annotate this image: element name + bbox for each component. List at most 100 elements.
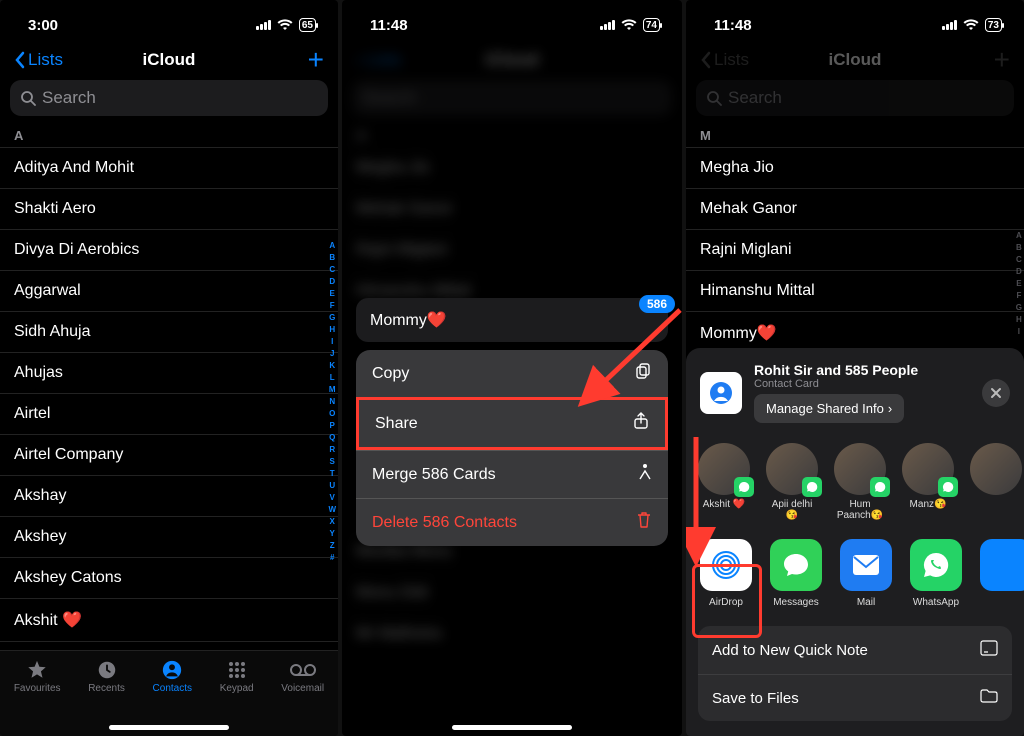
status-bar: 11:48 74	[342, 0, 682, 44]
contact-row[interactable]: Akshey Catons	[0, 557, 338, 598]
person-name: Apii delhi😘	[766, 499, 818, 521]
share-person[interactable]: Apii delhi😘	[766, 443, 818, 521]
menu-label: Copy	[372, 365, 409, 383]
app-label: WhatsApp	[913, 597, 959, 608]
contact-row[interactable]: Akshay	[0, 475, 338, 516]
person-icon	[159, 659, 185, 681]
wifi-icon	[963, 19, 979, 31]
share-actions-group: Add to New Quick Note Save to Files	[698, 626, 1012, 721]
back-button[interactable]: Lists	[14, 50, 74, 70]
share-person[interactable]: Hum Paanch😘	[834, 443, 886, 521]
clock: 11:48	[370, 17, 408, 34]
trash-icon	[636, 511, 652, 534]
home-indicator[interactable]	[109, 725, 229, 730]
tab-label: Contacts	[153, 683, 192, 694]
whatsapp-badge-icon	[734, 477, 754, 497]
contact-row[interactable]: Aditya And Mohit	[0, 147, 338, 188]
cellular-icon	[256, 20, 271, 30]
share-sheet: Rohit Sir and 585 People Contact Card Ma…	[686, 348, 1024, 736]
voicemail-icon	[290, 659, 316, 681]
contact-row[interactable]: Akshit ❤️	[0, 598, 338, 641]
close-button[interactable]	[982, 379, 1010, 407]
avatar	[902, 443, 954, 495]
cellular-icon	[600, 20, 615, 30]
contact-row[interactable]: Sidh Ahuja	[0, 311, 338, 352]
wifi-icon	[621, 19, 637, 31]
app-label: Messages	[773, 597, 819, 608]
star-icon	[24, 659, 50, 681]
search-icon	[706, 90, 722, 106]
selected-contact-name: Mommy❤️	[370, 310, 447, 330]
tab-voicemail[interactable]: Voicemail	[281, 659, 324, 736]
menu-merge[interactable]: Merge 586 Cards	[356, 450, 668, 498]
action-label: Add to New Quick Note	[712, 642, 868, 659]
contact-card-icon	[700, 372, 742, 414]
contact-row[interactable]: Shakti Aero	[0, 188, 338, 229]
contact-row: Megha Jio	[686, 147, 1024, 188]
alpha-index: ABCDEFGHI	[1016, 230, 1022, 338]
action-save-files[interactable]: Save to Files	[698, 674, 1012, 721]
search-placeholder: Search	[728, 88, 782, 108]
contact-row[interactable]: Airtel Company	[0, 434, 338, 475]
share-app-messages[interactable]: Messages	[770, 539, 822, 608]
add-contact-button: +	[994, 51, 1010, 69]
share-person[interactable]: Manz😘	[902, 443, 954, 521]
alpha-index[interactable]: ABCDEFGHIJKLMNOPQRSTUVWXYZ#	[328, 240, 336, 564]
contact-row[interactable]: Ahujas	[0, 352, 338, 393]
section-header: M	[686, 124, 1024, 147]
search-placeholder: Search	[42, 88, 96, 108]
share-icon	[633, 412, 649, 435]
annotation-highlight-airdrop	[692, 564, 762, 638]
manage-shared-info-button[interactable]: Manage Shared Info ›	[754, 394, 904, 423]
chevron-right-icon: ›	[888, 401, 892, 416]
share-subtitle: Contact Card	[754, 378, 970, 390]
search-input[interactable]: Search	[10, 80, 328, 116]
share-people-row[interactable]: Akshit ❤️Apii delhi😘Hum Paanch😘Manz😘	[686, 433, 1024, 525]
contact-row[interactable]: Akshey	[0, 516, 338, 557]
nav-bar: Lists iCloud +	[0, 44, 338, 80]
tab-label: Keypad	[220, 683, 254, 694]
person-name: Manz😘	[910, 499, 947, 510]
whatsapp-badge-icon	[802, 477, 822, 497]
app-label: Mail	[857, 597, 875, 608]
whatsapp-badge-icon	[870, 477, 890, 497]
add-contact-button[interactable]: +	[308, 51, 324, 69]
annotation-arrow-icon	[570, 300, 682, 410]
menu-label: Merge 586 Cards	[372, 466, 496, 484]
battery-icon: 65	[299, 18, 316, 32]
contacts-list[interactable]: Aditya And MohitShakti AeroDivya Di Aero…	[0, 147, 338, 682]
contact-row: Mehak Ganor	[686, 188, 1024, 229]
battery-icon: 74	[643, 18, 660, 32]
clock: 11:48	[714, 17, 752, 34]
page-title: iCloud	[143, 50, 196, 70]
merge-icon	[638, 463, 652, 486]
contact-row[interactable]: Airtel	[0, 393, 338, 434]
share-app-whatsapp[interactable]: WhatsApp	[910, 539, 962, 608]
menu-delete[interactable]: Delete 586 Contacts	[356, 498, 668, 546]
mail-icon	[840, 539, 892, 591]
screenshot-2-context-menu: 11:48 74 ‹ ListsiCloud Search M Megha Ji…	[342, 0, 682, 736]
messages-icon	[770, 539, 822, 591]
back-button: Lists	[700, 50, 760, 70]
clock-icon	[94, 659, 120, 681]
person-name: Hum Paanch😘	[834, 499, 886, 521]
wifi-icon	[277, 19, 293, 31]
home-indicator[interactable]	[452, 725, 572, 730]
avatar	[766, 443, 818, 495]
contact-row[interactable]: Divya Di Aerobics	[0, 229, 338, 270]
contact-row: Rajni Miglani	[686, 229, 1024, 270]
contact-row[interactable]: Aggarwal	[0, 270, 338, 311]
battery-icon: 73	[985, 18, 1002, 32]
status-bar: 3:00 65	[0, 0, 338, 44]
status-bar: 11:48 73	[686, 0, 1024, 44]
share-title: Rohit Sir and 585 People	[754, 362, 970, 378]
menu-label: Share	[375, 415, 418, 433]
cellular-icon	[942, 20, 957, 30]
search-input: Search	[696, 80, 1014, 116]
tab-bar: Favourites Recents Contacts Keypad Voice…	[0, 650, 338, 736]
menu-label: Delete 586 Contacts	[372, 514, 517, 532]
tab-favourites[interactable]: Favourites	[14, 659, 61, 736]
search-icon	[20, 90, 36, 106]
contacts-list: Megha JioMehak GanorRajni MiglaniHimansh…	[686, 147, 1024, 354]
share-app-mail[interactable]: Mail	[840, 539, 892, 608]
